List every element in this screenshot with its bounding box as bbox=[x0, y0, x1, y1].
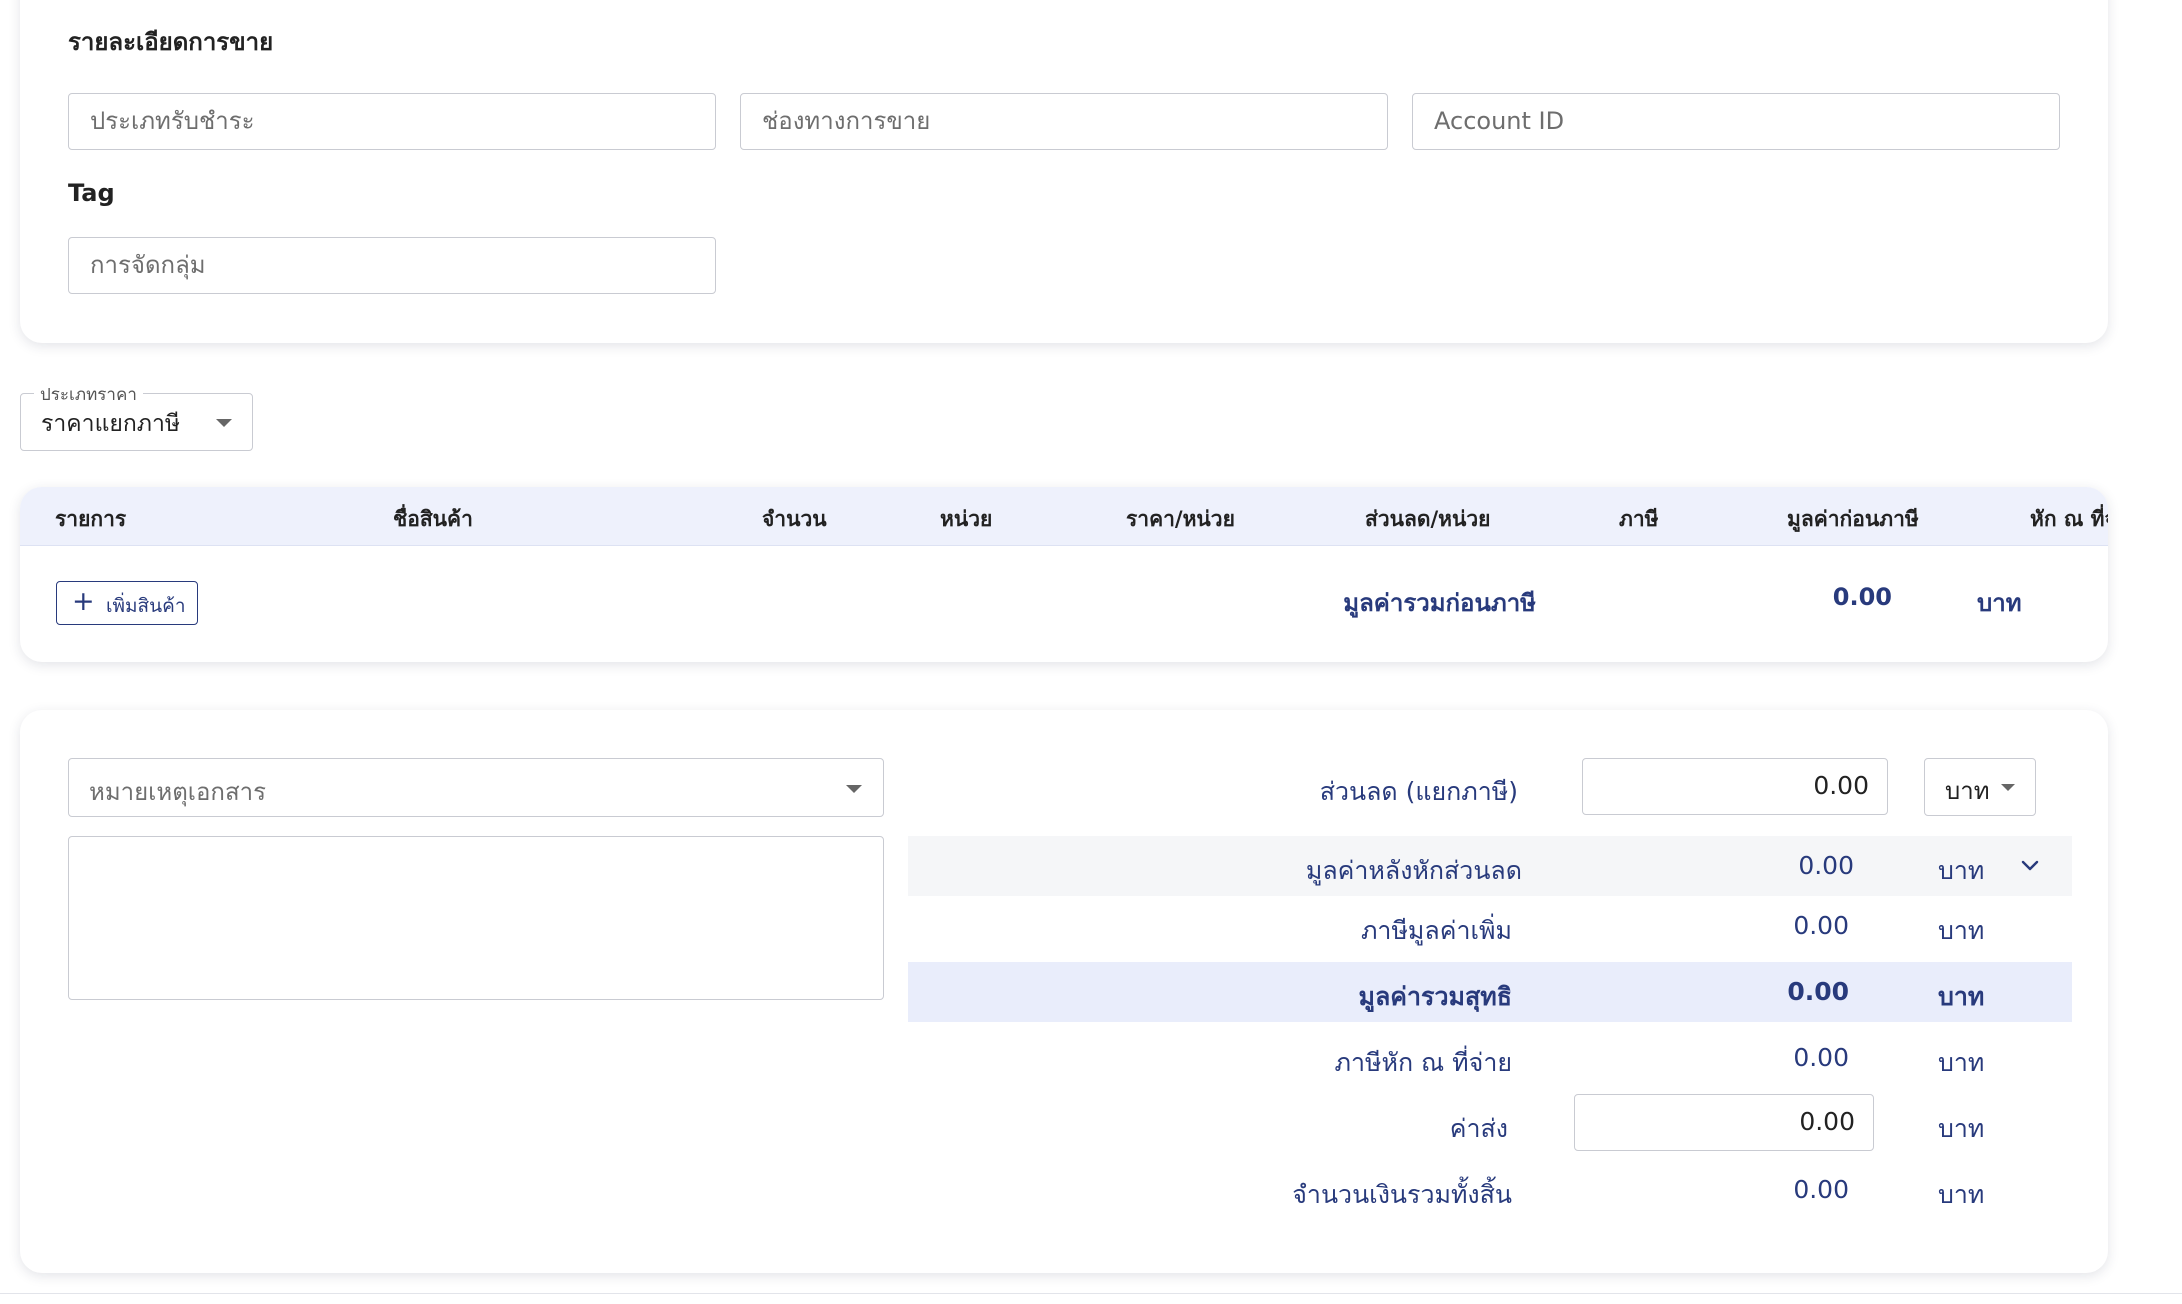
net-total-value: 0.00 bbox=[1787, 977, 1849, 1006]
sales-detail-title: รายละเอียดการขาย bbox=[68, 28, 274, 56]
withholding-value: 0.00 bbox=[1793, 1043, 1849, 1072]
column-header-tax: ภาษี bbox=[1619, 507, 1659, 531]
withholding-label: ภาษีหัก ณ ที่จ่าย bbox=[1334, 1048, 1512, 1077]
price-type-value: ราคาแยกภาษี bbox=[41, 411, 181, 437]
document-note-textarea[interactable] bbox=[68, 836, 884, 1000]
withholding-unit: บาท bbox=[1938, 1048, 1985, 1077]
chevron-down-icon bbox=[846, 785, 862, 793]
column-header-withholding: หัก ณ ที่จ่ bbox=[2030, 507, 2108, 531]
column-header-quantity: จำนวน bbox=[762, 507, 827, 531]
discount-label: ส่วนลด (แยกภาษี) bbox=[1319, 777, 1518, 806]
price-type-label: ประเภทราคา bbox=[34, 381, 143, 408]
subtotal-value: 0.00 bbox=[1832, 583, 1892, 611]
subtotal-currency: บาท bbox=[1977, 589, 2022, 617]
chevron-down-icon bbox=[216, 419, 232, 427]
sales-channel-field[interactable]: ช่องทางการขาย bbox=[740, 93, 1388, 150]
plus-icon: + bbox=[72, 586, 95, 617]
sales-channel-placeholder: ช่องทางการขาย bbox=[762, 107, 931, 135]
grouping-placeholder: การจัดกลุ่ม bbox=[90, 251, 206, 279]
after-discount-value: 0.00 bbox=[1798, 851, 1854, 880]
discount-unit-value: บาท bbox=[1945, 777, 1990, 805]
chevron-down-icon bbox=[2001, 784, 2015, 791]
document-note-placeholder: หมายเหตุเอกสาร bbox=[89, 778, 266, 806]
shipping-label: ค่าส่ง bbox=[1449, 1114, 1508, 1143]
column-header-discount-per-unit: ส่วนลด/หน่วย bbox=[1365, 507, 1491, 531]
discount-input[interactable]: 0.00 bbox=[1582, 758, 1888, 815]
add-product-button[interactable]: + เพิ่มสินค้า bbox=[56, 581, 198, 625]
after-discount-unit: บาท bbox=[1938, 856, 1985, 885]
account-id-field[interactable]: Account ID bbox=[1412, 93, 2060, 150]
bottom-divider bbox=[0, 1293, 2182, 1294]
subtotal-label: มูลค่ารวมก่อนภาษี bbox=[1343, 589, 1536, 617]
tag-label: Tag bbox=[68, 179, 115, 207]
grand-total-value: 0.00 bbox=[1793, 1175, 1849, 1204]
column-header-withholding-clip: หัก ณ ที่จ่ bbox=[2020, 495, 2108, 535]
grand-total-unit: บาท bbox=[1938, 1180, 1985, 1209]
discount-unit-select[interactable]: บาท bbox=[1924, 758, 2036, 816]
vat-value: 0.00 bbox=[1793, 911, 1849, 940]
vat-unit: บาท bbox=[1938, 916, 1985, 945]
grouping-field[interactable]: การจัดกลุ่ม bbox=[68, 237, 716, 294]
net-total-label: มูลค่ารวมสุทธิ bbox=[1358, 982, 1512, 1011]
document-note-dropdown[interactable]: หมายเหตุเอกสาร bbox=[68, 758, 884, 817]
column-header-price-per-unit: ราคา/หน่วย bbox=[1126, 507, 1235, 531]
column-header-unit: หน่วย bbox=[940, 507, 993, 531]
expand-chevron-icon[interactable] bbox=[2018, 853, 2042, 877]
column-header-pre-tax-value: มูลค่าก่อนภาษี bbox=[1787, 507, 1919, 531]
shipping-unit: บาท bbox=[1938, 1114, 1985, 1143]
vat-label: ภาษีมูลค่าเพิ่ม bbox=[1360, 916, 1512, 945]
net-total-unit: บาท bbox=[1938, 982, 1985, 1011]
account-id-placeholder: Account ID bbox=[1434, 107, 1565, 135]
column-header-product-name: ชื่อสินค้า bbox=[393, 507, 473, 531]
grand-total-label: จำนวนเงินรวมทั้งสิ้น bbox=[1292, 1180, 1512, 1209]
shipping-input[interactable]: 0.00 bbox=[1574, 1094, 1874, 1151]
after-discount-label: มูลค่าหลังหักส่วนลด bbox=[1305, 856, 1522, 885]
payment-type-field[interactable]: ประเภทรับชำระ bbox=[68, 93, 716, 150]
payment-type-placeholder: ประเภทรับชำระ bbox=[90, 107, 255, 135]
add-product-label: เพิ่มสินค้า bbox=[106, 595, 186, 617]
column-header-item: รายการ bbox=[55, 507, 127, 531]
